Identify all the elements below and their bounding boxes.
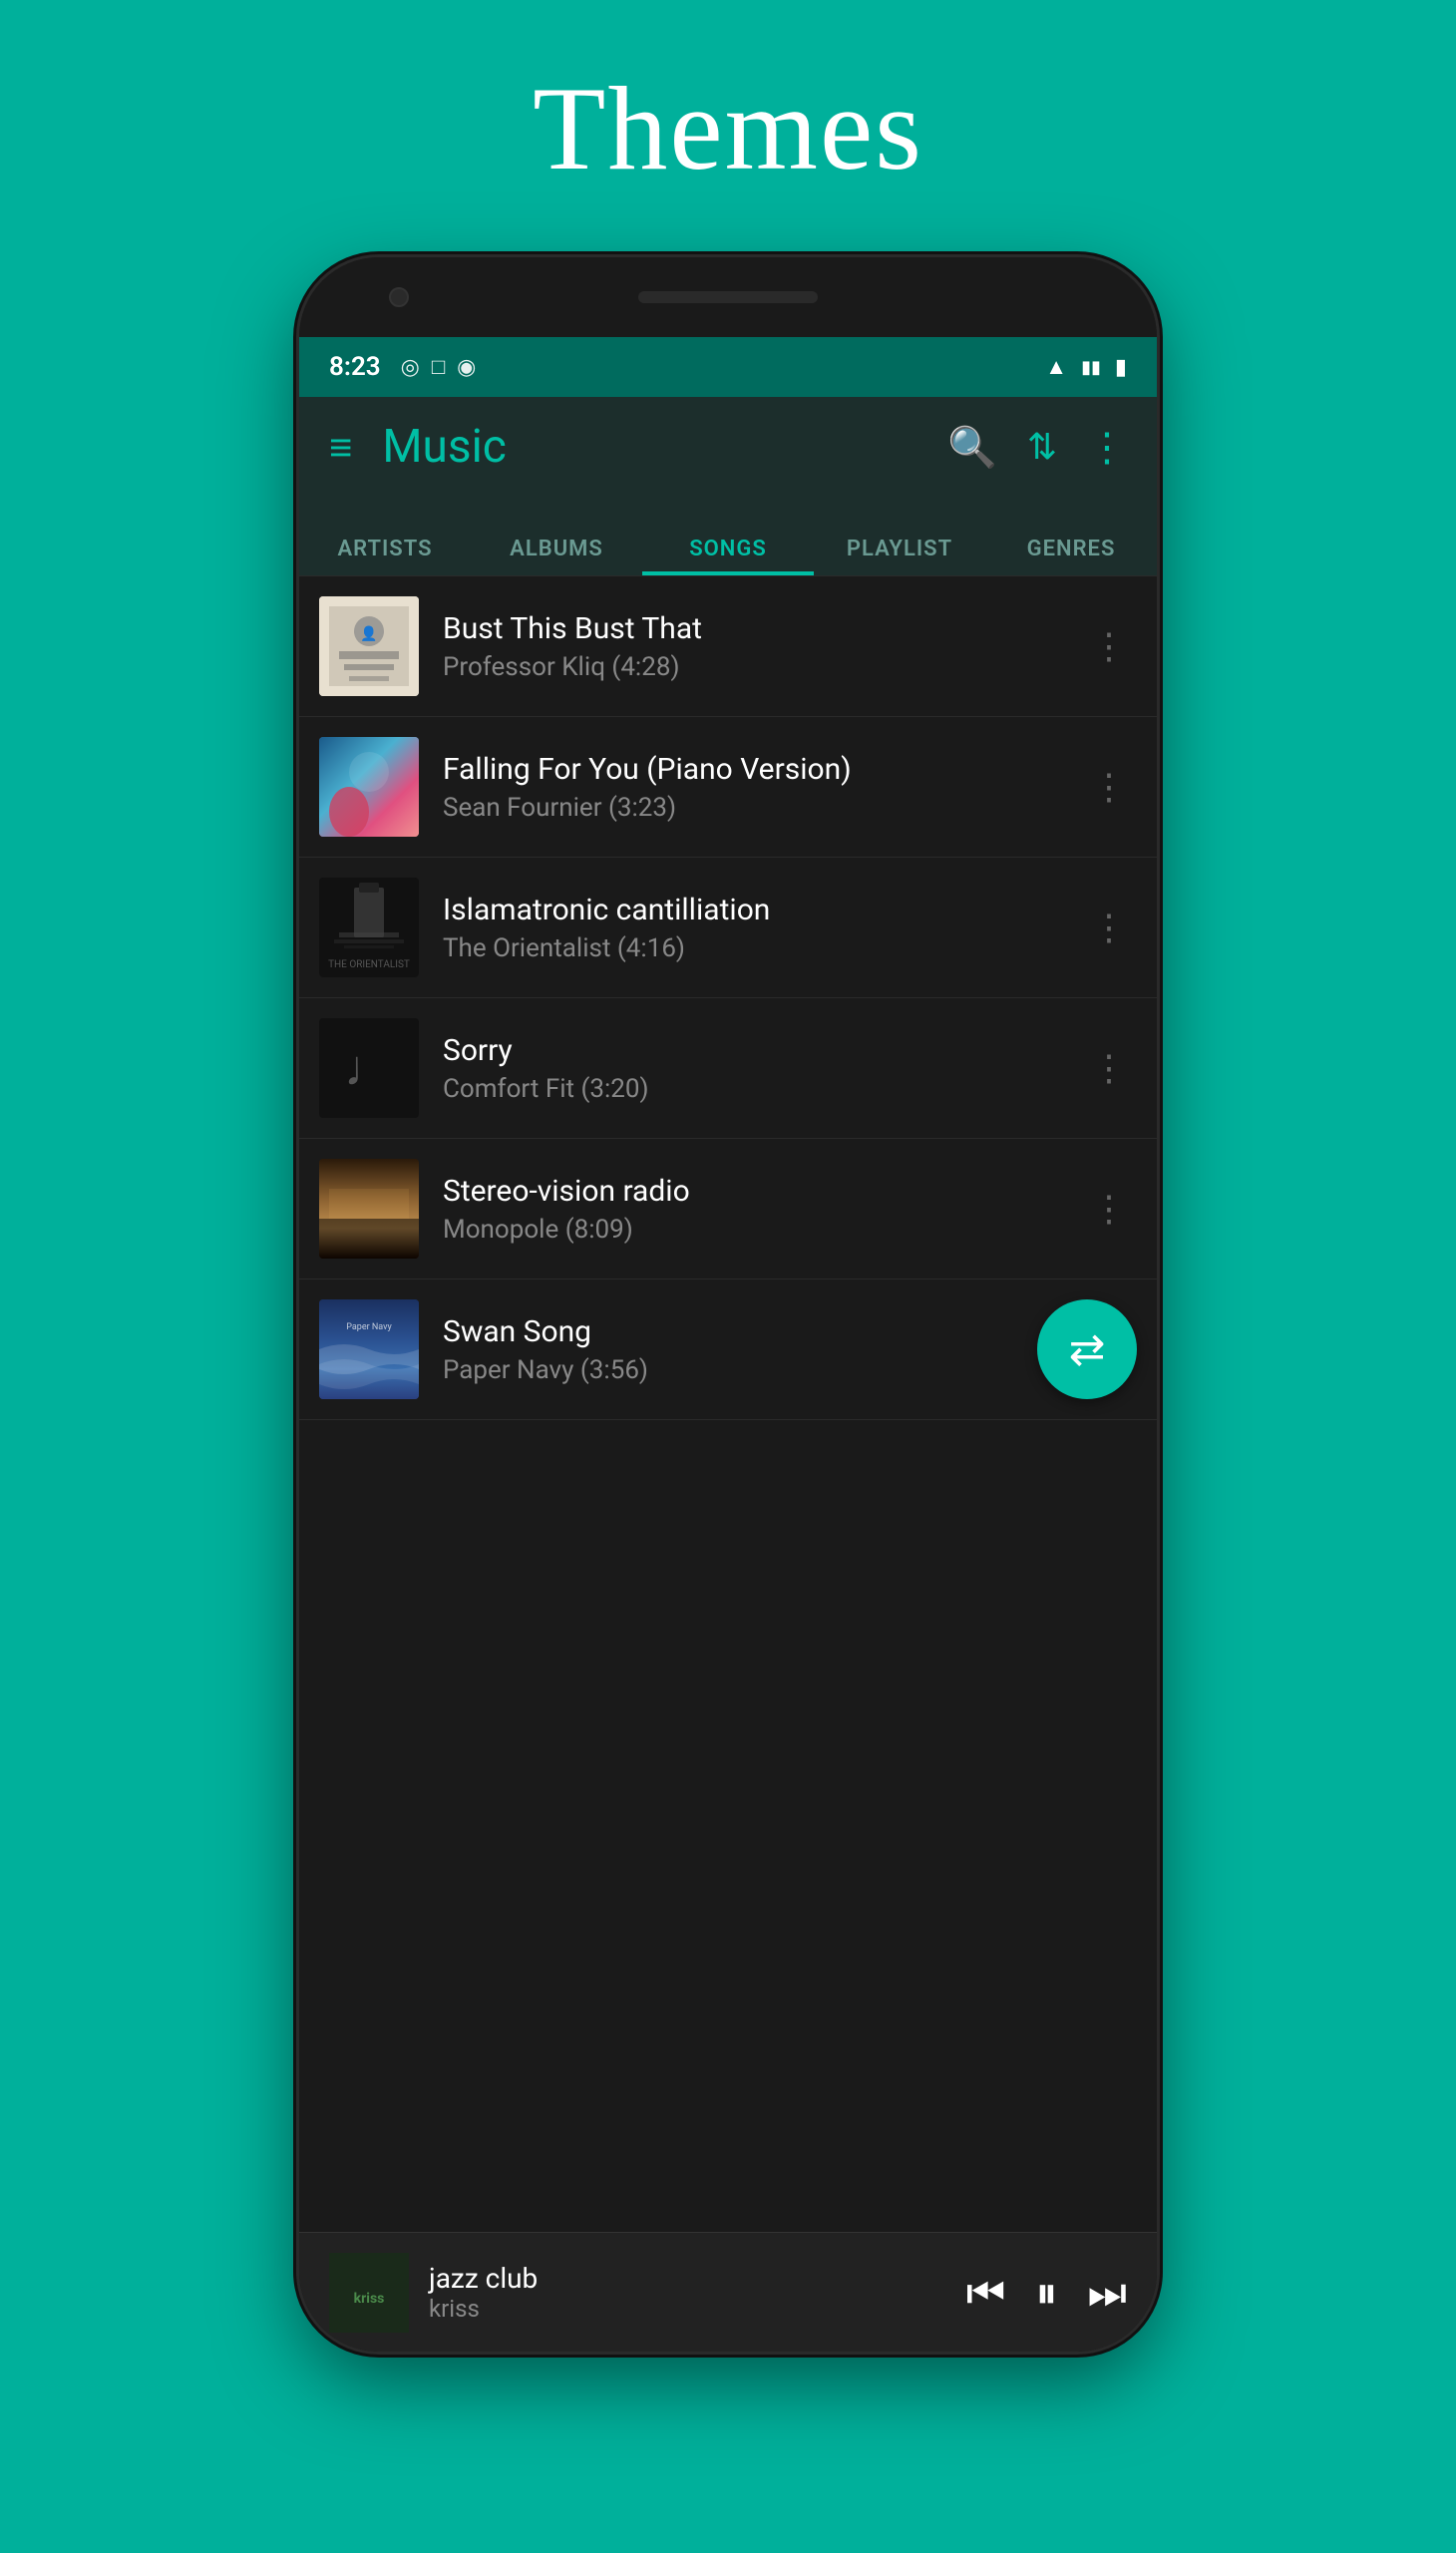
- now-playing-info: jazz club kriss: [429, 2262, 966, 2323]
- menu-icon[interactable]: ≡: [329, 424, 352, 471]
- toolbar-actions: 🔍 ⇅ ⋮: [947, 424, 1127, 471]
- song-info: Stereo-vision radio Monopole (8:09): [443, 1174, 1081, 1245]
- now-playing-art: kriss: [329, 2253, 409, 2333]
- song-subtitle: The Orientalist (4:16): [443, 933, 1081, 963]
- song-more-icon[interactable]: ⋮: [1081, 615, 1137, 677]
- more-options-icon[interactable]: ⋮: [1087, 424, 1127, 471]
- page-title: Themes: [533, 60, 923, 197]
- song-subtitle: Monopole (8:09): [443, 1215, 1081, 1245]
- status-icons: ◎ □ ◉: [401, 354, 477, 380]
- phone-screen: 8:23 ◎ □ ◉ ▲ ▮▮ ▮ ≡ Music 🔍 ⇅: [299, 337, 1157, 2352]
- phone-camera: [389, 287, 409, 307]
- phone-mockup: 8:23 ◎ □ ◉ ▲ ▮▮ ▮ ≡ Music 🔍 ⇅: [299, 257, 1157, 2352]
- tab-songs[interactable]: SONGS: [642, 537, 814, 575]
- previous-icon[interactable]: ⏮: [966, 2267, 1006, 2319]
- battery-icon: ▮: [1115, 355, 1127, 380]
- tab-albums[interactable]: ALBUMS: [471, 537, 642, 575]
- song-title: Sorry: [443, 1033, 1081, 1068]
- song-title: Bust This Bust That: [443, 611, 1081, 646]
- song-info: Swan Song Paper Navy (3:56): [443, 1314, 1027, 1385]
- tab-genres[interactable]: GENRES: [985, 537, 1157, 575]
- list-item[interactable]: THE ORIENTALIST Islamatronic cantilliati…: [299, 858, 1157, 998]
- phone-frame: 8:23 ◎ □ ◉ ▲ ▮▮ ▮ ≡ Music 🔍 ⇅: [299, 257, 1157, 2352]
- status-time: 8:23: [329, 352, 381, 382]
- status-bar: 8:23 ◎ □ ◉ ▲ ▮▮ ▮: [299, 337, 1157, 397]
- song-info: Sorry Comfort Fit (3:20): [443, 1033, 1081, 1104]
- music-note-icon: ♩: [344, 1039, 394, 1098]
- song-subtitle: Professor Kliq (4:28): [443, 652, 1081, 682]
- song-more-icon[interactable]: ⋮: [1081, 1178, 1137, 1240]
- song-art: [319, 1159, 419, 1259]
- svg-text:Paper Navy: Paper Navy: [346, 1322, 392, 1332]
- song-more-icon[interactable]: ⋮: [1081, 756, 1137, 818]
- svg-text:👤: 👤: [360, 625, 377, 642]
- tabs-bar: ARTISTS ALBUMS SONGS PLAYLIST GENRES: [299, 497, 1157, 576]
- song-subtitle: Sean Fournier (3:23): [443, 793, 1081, 823]
- song-info: Islamatronic cantilliation The Orientali…: [443, 893, 1081, 963]
- app-title: Music: [382, 420, 947, 474]
- list-item[interactable]: 👤 Bust This Bust That Professor Kliq (4:…: [299, 576, 1157, 717]
- status-right-icons: ▲ ▮▮ ▮: [1045, 354, 1127, 380]
- song-title: Falling For You (Piano Version): [443, 752, 1081, 787]
- svg-text:kriss: kriss: [354, 2291, 385, 2307]
- song-subtitle: Comfort Fit (3:20): [443, 1074, 1081, 1104]
- song-title: Swan Song: [443, 1314, 1027, 1349]
- svg-text:THE ORIENTALIST: THE ORIENTALIST: [328, 959, 410, 970]
- phone-top-bar: [299, 257, 1157, 337]
- shuffle-fab[interactable]: ⇄: [1037, 1299, 1137, 1399]
- song-info: Falling For You (Piano Version) Sean Fou…: [443, 752, 1081, 823]
- now-playing-title: jazz club: [429, 2262, 966, 2295]
- sort-icon[interactable]: ⇅: [1027, 426, 1057, 468]
- shuffle-icon: ⇄: [1069, 1323, 1106, 1375]
- list-item[interactable]: ♩ Sorry Comfort Fit (3:20) ⋮: [299, 998, 1157, 1139]
- phone-speaker: [638, 291, 818, 303]
- song-art: ♩: [319, 1018, 419, 1118]
- song-list: 👤 Bust This Bust That Professor Kliq (4:…: [299, 576, 1157, 2232]
- song-title: Islamatronic cantilliation: [443, 893, 1081, 927]
- song-info: Bust This Bust That Professor Kliq (4:28…: [443, 611, 1081, 682]
- song-more-icon[interactable]: ⋮: [1081, 897, 1137, 958]
- song-title: Stereo-vision radio: [443, 1174, 1081, 1209]
- wifi-icon: ▲: [1045, 354, 1067, 380]
- play-pause-icon[interactable]: ⏸: [1035, 2267, 1057, 2319]
- now-playing-bar: kriss jazz club kriss ⏮ ⏸ ⏭: [299, 2232, 1157, 2352]
- song-art: [319, 737, 419, 837]
- status-icon-1: ◎: [401, 355, 420, 380]
- next-icon[interactable]: ⏭: [1087, 2267, 1127, 2319]
- list-item[interactable]: Stereo-vision radio Monopole (8:09) ⋮: [299, 1139, 1157, 1279]
- song-more-icon[interactable]: ⋮: [1081, 1037, 1137, 1099]
- tab-artists[interactable]: ARTISTS: [299, 537, 471, 575]
- now-playing-artist: kriss: [429, 2295, 966, 2323]
- tab-playlist[interactable]: PLAYLIST: [814, 537, 985, 575]
- status-icon-3: ◉: [457, 355, 476, 380]
- song-subtitle: Paper Navy (3:56): [443, 1355, 1027, 1385]
- status-icon-2: □: [432, 354, 445, 380]
- song-art: 👤: [319, 596, 419, 696]
- song-art: Paper Navy: [319, 1299, 419, 1399]
- app-toolbar: ≡ Music 🔍 ⇅ ⋮: [299, 397, 1157, 497]
- song-art: THE ORIENTALIST: [319, 878, 419, 977]
- playback-controls: ⏮ ⏸ ⏭: [966, 2267, 1127, 2319]
- list-item[interactable]: Paper Navy Swan Song Paper Navy (3:56) ⇄: [299, 1279, 1157, 1420]
- signal-icon: ▮▮: [1081, 357, 1101, 378]
- search-icon[interactable]: 🔍: [947, 424, 997, 471]
- list-item[interactable]: Falling For You (Piano Version) Sean Fou…: [299, 717, 1157, 858]
